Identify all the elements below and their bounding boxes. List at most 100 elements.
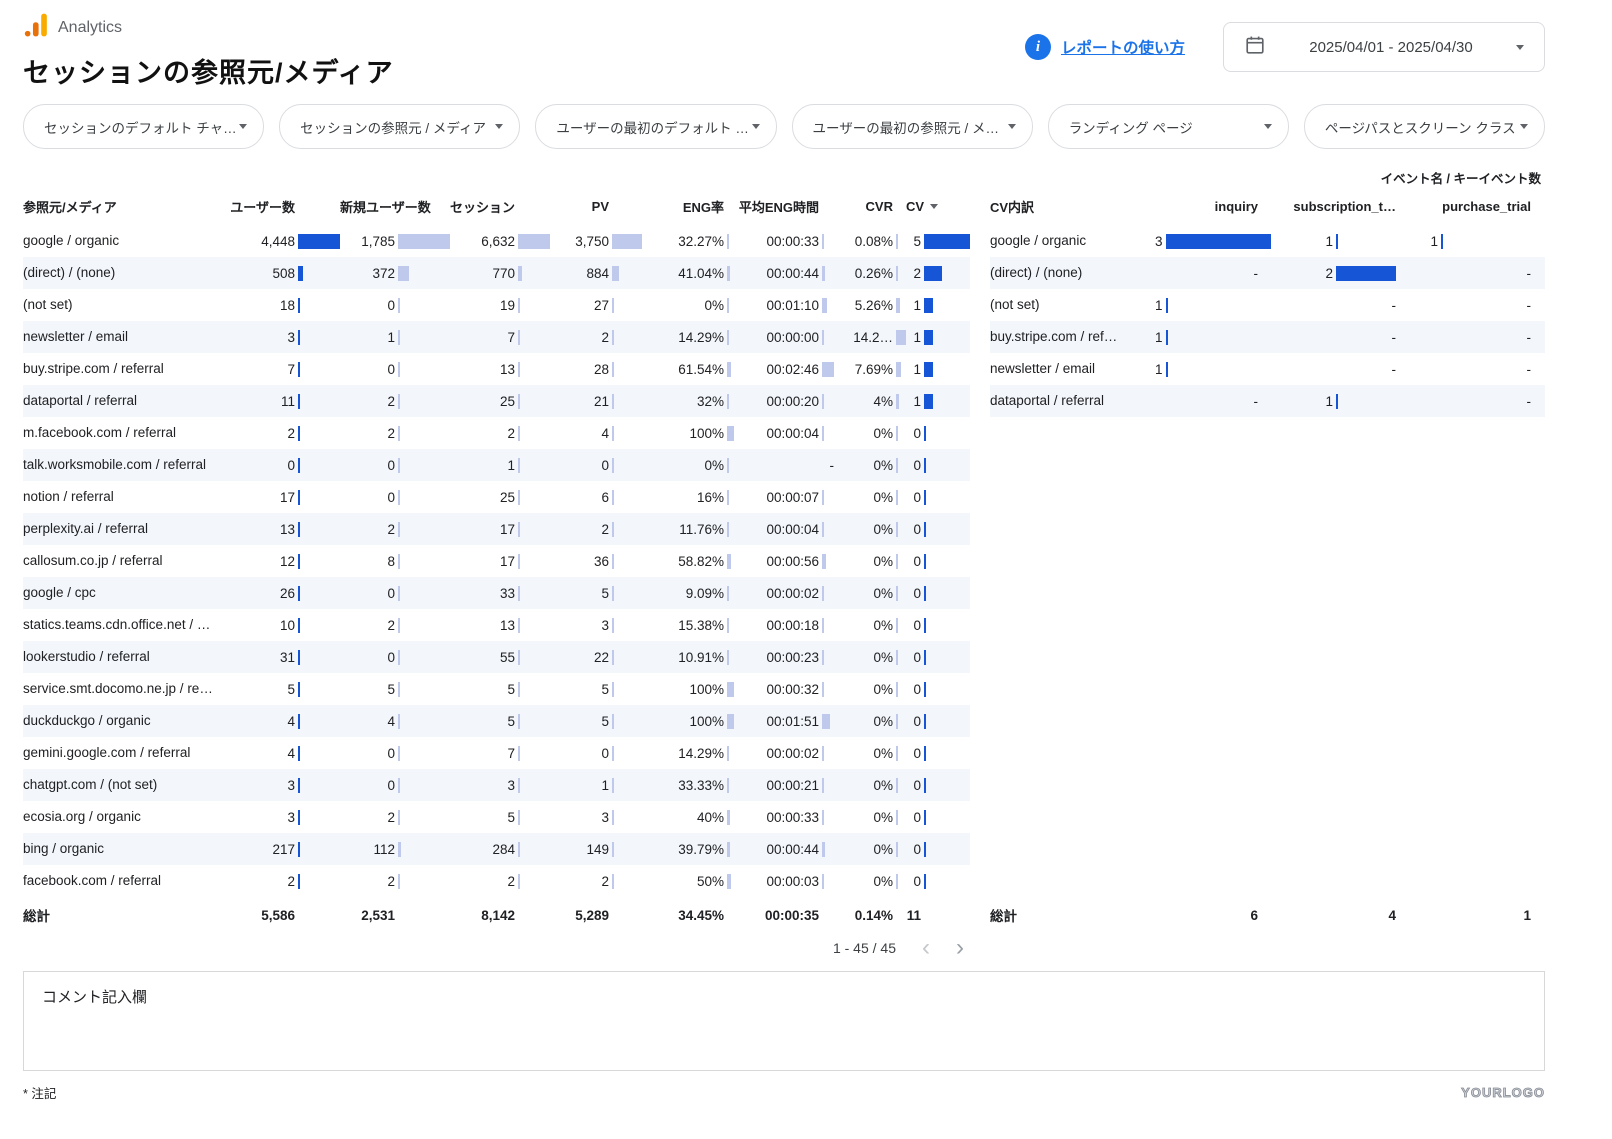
main-table-header: 参照元/メディア ユーザー数 新規ユーザー数 セッション PV ENG率 平均E… [23,187,970,225]
pv-cell: 6 [550,490,642,505]
filter-chip-label: ランディング ページ [1069,117,1193,137]
table-row[interactable]: google / organic 4,448 1,785 6,632 3,750… [23,225,970,257]
sessions-cell: 33 [450,586,550,601]
col-cv-breakdown[interactable]: CV内訳 [990,197,1155,216]
eng-time-cell: 00:02:46 [734,362,834,377]
topbar: Analytics セッションの参照元/メディア i レポートの使い方 2025 [23,12,1545,90]
table-row[interactable]: bing / organic 217 112 284 149 39.79% [23,833,970,865]
source-cell: buy.stripe.com / ref… [990,321,1155,353]
date-range-picker[interactable]: 2025/04/01 - 2025/04/30 [1223,22,1545,72]
pv-cell: 4 [550,426,642,441]
cvr-cell: 0% [834,810,906,825]
prev-page-button[interactable]: ‹ [922,938,930,958]
table-row[interactable]: (direct) / (none) - 2 - [990,257,1545,289]
table-row[interactable]: (not set) 1 - - [990,289,1545,321]
table-row[interactable]: talk.worksmobile.com / referral 0 0 1 0 … [23,449,970,481]
table-row[interactable]: (not set) 18 0 19 27 0% 00:01: [23,289,970,321]
eng-rate-cell: 15.38% [642,618,734,633]
col-users[interactable]: ユーザー数 [228,197,340,216]
new-users-cell: 0 [340,362,450,377]
col-pv[interactable]: PV [550,199,642,214]
table-row[interactable]: dataportal / referral - 1 - [990,385,1545,417]
date-range-value: 2025/04/01 - 2025/04/30 [1282,39,1500,56]
table-row[interactable]: m.facebook.com / referral 2 2 2 4 100% [23,417,970,449]
purchase-cell: - [1410,298,1545,313]
pv-cell: 5 [550,682,642,697]
sessions-cell: 5 [450,682,550,697]
topbar-right: i レポートの使い方 2025/04/01 - 2025/04/30 [1025,22,1545,72]
new-users-cell: 1,785 [340,234,450,249]
filter-chip-session-source-media[interactable]: セッションの参照元 / メディア [279,104,520,149]
info-icon: i [1025,34,1051,60]
table-row[interactable]: facebook.com / referral 2 2 2 2 50% [23,865,970,897]
col-cv-sorted[interactable]: CV [906,199,970,214]
table-row[interactable]: duckduckgo / organic 4 4 5 5 100% [23,705,970,737]
table-row[interactable]: buy.stripe.com / referral 7 0 13 28 61.5… [23,353,970,385]
filter-chip-first-user-source-media[interactable]: ユーザーの最初の参照元 / メ… [792,104,1033,149]
next-page-button[interactable]: › [956,938,964,958]
table-row[interactable]: lookerstudio / referral 31 0 55 22 10.91… [23,641,970,673]
cvr-cell: 5.26% [834,298,906,313]
col-cvr[interactable]: CVR [834,199,906,214]
inquiry-cell: - [1155,266,1272,281]
filter-chip-landing-page[interactable]: ランディング ページ [1048,104,1289,149]
new-users-cell: 1 [340,330,450,345]
new-users-cell: 0 [340,298,450,313]
filter-chip-first-user-default-channel[interactable]: ユーザーの最初のデフォルト … [535,104,776,149]
table-row[interactable]: service.smt.docomo.ne.jp / re… 5 5 5 5 1… [23,673,970,705]
pv-cell: 22 [550,650,642,665]
filter-chip-session-default-channel[interactable]: セッションのデフォルト チャ… [23,104,264,149]
col-subscription[interactable]: subscription_t… [1272,199,1410,214]
eng-time-cell: 00:00:04 [734,426,834,441]
table-row[interactable]: ecosia.org / organic 3 2 5 3 40% [23,801,970,833]
table-row[interactable]: dataportal / referral 11 2 25 21 32% [23,385,970,417]
table-row[interactable]: statics.teams.cdn.office.net / … 10 2 13… [23,609,970,641]
cvr-cell: 4% [834,394,906,409]
breakdown-table-body: google / organic 3 1 1 (direct) / (none)… [990,225,1545,417]
table-row[interactable]: notion / referral 17 0 25 6 16% [23,481,970,513]
pv-cell: 884 [550,266,642,281]
table-row[interactable]: perplexity.ai / referral 13 2 17 2 11.76… [23,513,970,545]
breakdown-total-row: 総計 6 4 1 [990,897,1545,933]
table-row[interactable]: callosum.co.jp / referral 12 8 17 36 58.… [23,545,970,577]
inquiry-cell: - [1155,394,1272,409]
cvr-cell: 0% [834,458,906,473]
table-row[interactable]: chatgpt.com / (not set) 3 0 3 1 33.33% [23,769,970,801]
pv-cell: 3 [550,810,642,825]
users-cell: 3 [228,810,340,825]
source-cell: google / organic [23,225,228,257]
table-row[interactable]: (direct) / (none) 508 372 770 884 41.04% [23,257,970,289]
col-purchase-trial[interactable]: purchase_trial [1410,199,1545,214]
comment-box[interactable]: コメント記入欄 [23,971,1545,1071]
table-row[interactable]: gemini.google.com / referral 4 0 7 0 14.… [23,737,970,769]
total-label: 総計 [23,905,228,925]
table-row[interactable]: google / cpc 26 0 33 5 9.09% 0 [23,577,970,609]
col-eng-time[interactable]: 平均ENG時間 [734,197,834,216]
new-users-cell: 2 [340,522,450,537]
source-cell: callosum.co.jp / referral [23,545,228,577]
pv-cell: 5 [550,586,642,601]
col-inquiry[interactable]: inquiry [1155,199,1272,214]
pv-cell: 149 [550,842,642,857]
eng-rate-cell: 9.09% [642,586,734,601]
table-row[interactable]: google / organic 3 1 1 [990,225,1545,257]
table-row[interactable]: buy.stripe.com / ref… 1 - - [990,321,1545,353]
report-page: Analytics セッションの参照元/メディア i レポートの使い方 2025 [23,0,1545,1102]
help-link[interactable]: レポートの使い方 [1061,36,1185,58]
new-users-cell: 0 [340,458,450,473]
eng-rate-cell: 32.27% [642,234,734,249]
filter-chip-page-path-screen-class[interactable]: ページパスとスクリーン クラス [1304,104,1545,149]
col-new-users[interactable]: 新規ユーザー数 [340,197,450,216]
col-eng-rate[interactable]: ENG率 [642,197,734,216]
cvr-cell: 14.2… [834,330,906,345]
chevron-down-icon [495,124,503,129]
col-sessions[interactable]: セッション [450,197,550,216]
inquiry-cell: 3 [1155,234,1272,249]
col-source[interactable]: 参照元/メディア [23,197,228,216]
table-row[interactable]: newsletter / email 3 1 7 2 14.29% [23,321,970,353]
table-row[interactable]: newsletter / email 1 - - [990,353,1545,385]
cvr-cell: 0% [834,682,906,697]
source-cell: chatgpt.com / (not set) [23,769,228,801]
eng-rate-cell: 100% [642,714,734,729]
chevron-down-icon [1264,124,1272,129]
